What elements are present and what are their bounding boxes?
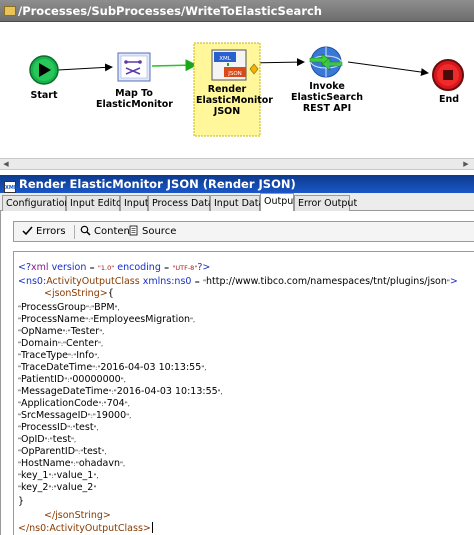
json-field-line: "TraceDateTime":"2016-04-03 10:13:55", bbox=[18, 362, 207, 373]
json-field-key: OpName bbox=[21, 326, 63, 337]
json-field-line: "ProcessName":"EmployeesMigration", bbox=[18, 314, 196, 325]
rest-invoke-node-icon[interactable] bbox=[309, 46, 343, 78]
json-field-value: 00000000 bbox=[72, 374, 121, 385]
magnifier-icon bbox=[80, 225, 91, 236]
json-field-key: SrcMessageID bbox=[21, 410, 88, 421]
json-field-value: 19000 bbox=[95, 410, 127, 421]
json-string-close-tag: </jsonString> bbox=[44, 510, 111, 521]
json-field-key: key_2 bbox=[21, 482, 49, 493]
source-button[interactable]: Source bbox=[128, 225, 176, 239]
output-panel: Errors Content Source <?xml version = "1… bbox=[0, 211, 474, 535]
json-field-line: "TraceType":"Info", bbox=[18, 350, 100, 361]
json-field-line: "key_1":"value_1", bbox=[18, 470, 99, 481]
json-field-key: TraceDateTime bbox=[21, 362, 93, 373]
json-field-key: ProcessID bbox=[21, 422, 68, 433]
json-field-line: "OpID":"test", bbox=[18, 434, 77, 445]
json-field-line: "ApplicationCode":"704", bbox=[18, 398, 130, 409]
checkmark-icon bbox=[22, 226, 33, 236]
process-canvas[interactable]: XML JSON Start Map To ElasticMonitor Ren… bbox=[0, 22, 474, 158]
json-badge: JSON bbox=[227, 71, 242, 77]
transition-invoke-end[interactable] bbox=[347, 61, 429, 77]
json-field-line: "Domain":"Center", bbox=[18, 338, 104, 349]
json-field-line: "MessageDateTime":"2016-04-03 10:13:55", bbox=[18, 386, 223, 397]
json-field-key: HostName bbox=[21, 458, 71, 469]
errors-button-label: Errors bbox=[36, 226, 66, 237]
json-field-key: key_1 bbox=[21, 470, 49, 481]
json-field-line: "PatientID":"00000000", bbox=[18, 374, 126, 385]
errors-button[interactable]: Errors bbox=[22, 225, 66, 239]
content-button[interactable]: Content bbox=[80, 225, 134, 239]
json-field-line: "OpName":"Tester", bbox=[18, 326, 105, 337]
json-closing-brace: } bbox=[18, 496, 25, 507]
xml-output-editor[interactable]: <?xml version = "1.0" encoding = "UTF-8"… bbox=[13, 251, 474, 535]
output-toolbar: Errors Content Source bbox=[13, 221, 474, 242]
json-field-value: 2016-04-03 10:13:55 bbox=[116, 386, 218, 397]
json-field-value: Info bbox=[76, 350, 95, 361]
tab-output[interactable]: Output bbox=[260, 193, 297, 212]
json-field-value: 704 bbox=[106, 398, 125, 409]
json-field-value: ohadavn bbox=[78, 458, 120, 469]
json-field-key: Domain bbox=[21, 338, 58, 349]
json-field-key: ProcessName bbox=[21, 314, 86, 325]
xml-activity-icon: XML bbox=[4, 181, 17, 193]
end-label: End bbox=[438, 94, 460, 105]
json-field-line: "HostName":"ohadavn", bbox=[18, 458, 126, 469]
scroll-left-arrow-icon[interactable]: ◀ bbox=[1, 160, 11, 169]
transition-map-render[interactable] bbox=[151, 59, 198, 72]
json-field-value: 2016-04-03 10:13:55 bbox=[100, 362, 202, 373]
invoke-node-label: Invoke ElasticSearch REST API bbox=[290, 81, 363, 114]
json-field-value: value_2 bbox=[56, 482, 94, 493]
json-field-line: "OpParentID":"test", bbox=[18, 446, 107, 457]
process-path-bar: /Processes/SubProcesses/WriteToElasticSe… bbox=[0, 0, 474, 22]
tab-input[interactable]: Input bbox=[120, 195, 149, 211]
json-field-value: test bbox=[83, 446, 102, 457]
json-field-key: OpParentID bbox=[21, 446, 76, 457]
map-node-label: Map To ElasticMonitor bbox=[96, 88, 173, 110]
json-field-value: test bbox=[52, 434, 72, 445]
activity-tabs: Configuration Input Editor Input Process… bbox=[0, 193, 474, 212]
tab-configuration[interactable]: Configuration bbox=[2, 195, 70, 211]
json-field-value: Tester bbox=[70, 326, 100, 337]
start-label: Start bbox=[30, 90, 58, 101]
tab-error-output[interactable]: Error Output bbox=[294, 195, 357, 211]
json-field-key: OpID bbox=[21, 434, 45, 445]
json-field-value: test bbox=[75, 422, 94, 433]
root-open-tag: <ns0:ActivityOutputClass xmlns:ns0 = "ht… bbox=[18, 276, 458, 287]
render-node-label: Render ElasticMonitor JSON bbox=[196, 84, 273, 117]
source-button-label: Source bbox=[142, 226, 177, 237]
activity-panel-title: XML Render ElasticMonitor JSON (Render JS… bbox=[0, 175, 474, 193]
json-field-line: "ProcessID":"test", bbox=[18, 422, 99, 433]
json-field-line: "key_2":"value_2" bbox=[18, 482, 97, 493]
json-field-key: PatientID bbox=[21, 374, 65, 385]
text-cursor bbox=[151, 522, 153, 533]
mapper-node-icon[interactable] bbox=[117, 52, 151, 82]
document-icon bbox=[129, 225, 138, 236]
end-node-icon[interactable] bbox=[432, 59, 464, 91]
json-field-value: value_1 bbox=[56, 470, 94, 481]
canvas-horizontal-scrollbar[interactable]: ◀ ▶ bbox=[0, 158, 474, 170]
xml-declaration: <?xml version = "1.0" encoding = "UTF-8"… bbox=[18, 262, 211, 273]
json-field-value: Center bbox=[66, 338, 99, 349]
json-field-value: EmployeesMigration bbox=[93, 314, 191, 325]
json-string-open-tag: <jsonString>{ bbox=[44, 288, 114, 299]
tab-input-data[interactable]: Input Data bbox=[210, 195, 264, 211]
json-field-key: TraceType bbox=[21, 350, 69, 361]
xml-badge: XML bbox=[219, 56, 232, 62]
toolbar-separator bbox=[74, 225, 75, 239]
json-field-line: "SrcMessageID":"19000", bbox=[18, 410, 132, 421]
transition-start-map[interactable] bbox=[57, 63, 113, 72]
json-field-value: BPM bbox=[94, 302, 115, 313]
json-field-line: "ProcessGroup":"BPM", bbox=[18, 302, 120, 313]
scroll-right-arrow-icon[interactable]: ▶ bbox=[461, 160, 471, 169]
tab-process-data[interactable]: Process Data bbox=[148, 195, 214, 211]
start-node-icon[interactable] bbox=[29, 55, 59, 85]
json-field-key: MessageDateTime bbox=[21, 386, 109, 397]
json-field-key: ApplicationCode bbox=[21, 398, 99, 409]
activity-panel-title-text: Render ElasticMonitor JSON (Render JSON) bbox=[19, 177, 296, 191]
process-path: /Processes/SubProcesses/WriteToElasticSe… bbox=[18, 4, 322, 18]
root-close-tag: </ns0:ActivityOutputClass> bbox=[18, 522, 153, 534]
tab-input-editor[interactable]: Input Editor bbox=[66, 195, 126, 211]
json-field-key: ProcessGroup bbox=[21, 302, 86, 313]
folder-icon bbox=[4, 6, 16, 16]
